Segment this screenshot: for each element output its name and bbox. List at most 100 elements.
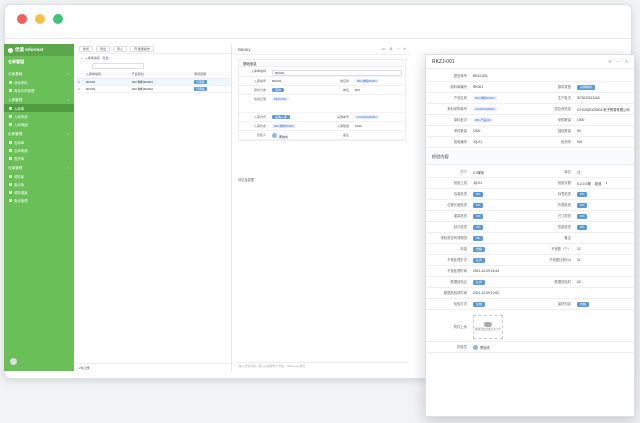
field-value[interactable]: [352, 131, 405, 139]
field-value[interactable]: 002-物料RK001: [470, 93, 530, 104]
field-value[interactable]: OK: [470, 222, 530, 233]
maximize-dot-icon[interactable]: [53, 14, 63, 24]
field-value[interactable]: 11: [574, 244, 634, 255]
field-value[interactable]: OK: [574, 200, 634, 211]
sidebar-item[interactable]: 退货单: [4, 154, 74, 162]
field-value[interactable]: 1000: [352, 122, 405, 130]
field-value[interactable]: 50: [574, 126, 634, 137]
method-tag[interactable]: 采购入库: [272, 115, 291, 119]
column-header-code[interactable]: 入库单编码: [84, 71, 130, 79]
supplier-tag[interactable]: 002-物料RK001: [355, 79, 379, 83]
sidebar-item[interactable]: 领料调度: [4, 188, 74, 196]
close-dot-icon[interactable]: [17, 14, 27, 24]
code-field[interactable]: RK001: [272, 70, 402, 76]
sidebar-item[interactable]: 出库单: [4, 138, 74, 146]
field-value[interactable]: RK001: [470, 82, 530, 93]
field-value[interactable]: 0-2-0.3毫 检测 1: [574, 178, 634, 189]
sidebar-item[interactable]: 出库明细: [4, 146, 74, 154]
sidebar-item[interactable]: 盘点管理: [4, 196, 74, 204]
field-value[interactable]: [574, 288, 634, 299]
inspection-detail-panel: RKZJ-001 ⚙ ─ ✕ 质检单号 RKZJ-001 原料单编号 RK001 原料类型采…: [425, 54, 635, 417]
comment-input[interactable]: 输入评论内容，输入@提醒他人查看，shift+enter换行: [236, 362, 408, 369]
nav-group-2[interactable]: 出库管理 ⌃: [4, 131, 74, 138]
column-header-product[interactable]: 产品原料: [129, 71, 193, 79]
field-value[interactable]: 11: [574, 255, 634, 266]
import-button[interactable]: 导入: [113, 45, 128, 52]
link-tag[interactable]: 002-物料RK001: [473, 96, 497, 100]
column-header-status[interactable]: 审核结果: [192, 71, 231, 79]
field-value[interactable]: [574, 266, 634, 277]
gear-icon[interactable]: ⚙: [608, 59, 612, 64]
row-checkbox[interactable]: □: [76, 78, 84, 86]
field-value[interactable]: RK001: [269, 77, 322, 85]
user-avatar[interactable]: [10, 358, 17, 365]
field-value[interactable]: 001-产品001: [470, 115, 530, 126]
field-value[interactable]: JQ-01: [470, 178, 530, 189]
field-value[interactable]: 2021-12-09 15:44: [470, 266, 530, 277]
filter-bar[interactable]: + 入库单编码 - 包含: [76, 54, 231, 62]
sidebar-item[interactable]: 入库单: [4, 104, 74, 112]
field-value[interactable]: 001: [574, 137, 634, 148]
field-value[interactable]: 让步: [470, 277, 530, 288]
add-button[interactable]: 新增: [79, 45, 94, 52]
close-icon[interactable]: ✕: [625, 59, 628, 64]
field-value[interactable]: [574, 71, 634, 82]
nav-group-3[interactable]: 仓库管理 ⌃: [4, 165, 74, 172]
row-checkbox[interactable]: □: [76, 85, 84, 93]
field-value[interactable]: 采购物料: [574, 82, 634, 93]
field-value[interactable]: 全检: [470, 299, 530, 310]
field-value[interactable]: CG2020120001: [470, 104, 530, 115]
upload-area[interactable]: 拖拽到此处或点击上传: [473, 314, 503, 339]
field-value[interactable]: 寸: [574, 167, 634, 178]
field-value[interactable]: 1000: [574, 115, 634, 126]
field-value[interactable]: 合格: [470, 244, 530, 255]
field-value[interactable]: OK: [470, 233, 530, 244]
sidebar-item[interactable]: 库存分布管理: [4, 86, 74, 94]
sidebar-item[interactable]: 领料库: [4, 172, 74, 180]
field-value[interactable]: OK: [470, 200, 530, 211]
export-button[interactable]: 导出: [96, 45, 111, 52]
gear-icon[interactable]: ⚙: [389, 47, 392, 51]
field-value[interactable]: OK: [574, 211, 634, 222]
status-tag[interactable]: 002-物料RK001: [272, 124, 296, 128]
inspection-link[interactable]: RKZJ-001: [272, 97, 289, 101]
table-row[interactable]: □ RK002 002-物料RK002 已审核: [76, 85, 231, 93]
minimize-icon[interactable]: ─: [617, 59, 620, 64]
batch-button[interactable]: 开 批量操作: [130, 45, 154, 52]
field-value[interactable]: OK: [470, 211, 530, 222]
field-value[interactable]: OK: [574, 222, 634, 233]
more-icon[interactable]: •••: [382, 47, 386, 51]
field-value[interactable]: 0.3毫米: [470, 167, 530, 178]
link-tag[interactable]: 001-产品001: [473, 118, 493, 122]
search-input[interactable]: [92, 63, 144, 69]
link-tag[interactable]: CG2020120001: [473, 107, 497, 111]
minimize-icon[interactable]: ─: [397, 47, 399, 51]
comment-section-title[interactable]: 评论及变更: [238, 177, 254, 182]
minimize-dot-icon[interactable]: [35, 14, 45, 24]
field-value[interactable]: RKZJ-001: [470, 71, 530, 82]
field-value[interactable]: 2021-12-09 10:00: [470, 288, 530, 299]
sidebar-item[interactable]: 入库明细: [4, 120, 74, 128]
field-value[interactable]: GYS2020120001 电子贸易有限公司: [574, 104, 634, 115]
field-value[interactable]: 1000: [470, 126, 530, 137]
field-value[interactable]: OK: [574, 189, 634, 200]
field-value[interactable]: [574, 233, 634, 244]
field-value[interactable]: 合格: [574, 299, 634, 310]
field-value[interactable]: JQ-01: [470, 137, 530, 148]
field-value[interactable]: SC2020112160: [574, 93, 634, 104]
select-all-checkbox[interactable]: [76, 71, 84, 79]
purchase-order-tag[interactable]: CG2020120001: [355, 115, 379, 119]
sidebar-item[interactable]: 仓库资料: [4, 78, 74, 86]
field-value[interactable]: 20: [574, 277, 634, 288]
nav-group-1[interactable]: 入库管理 ⌃: [4, 97, 74, 104]
field-value[interactable]: OK: [470, 189, 530, 200]
sidebar-item[interactable]: 盘点库: [4, 180, 74, 188]
field-value[interactable]: 001: [352, 86, 405, 94]
module-header[interactable]: 仓库管理: [4, 56, 74, 68]
table-row[interactable]: □ RK001 002-物料RK001 已审核: [76, 78, 231, 86]
sidebar-item[interactable]: 入库申请: [4, 112, 74, 120]
close-icon[interactable]: ✕: [403, 47, 406, 51]
category-tag[interactable]: 原料: [272, 88, 285, 92]
field-value[interactable]: 让步: [470, 255, 530, 266]
nav-group-0[interactable]: 仓库基础 ⌃: [4, 71, 74, 78]
